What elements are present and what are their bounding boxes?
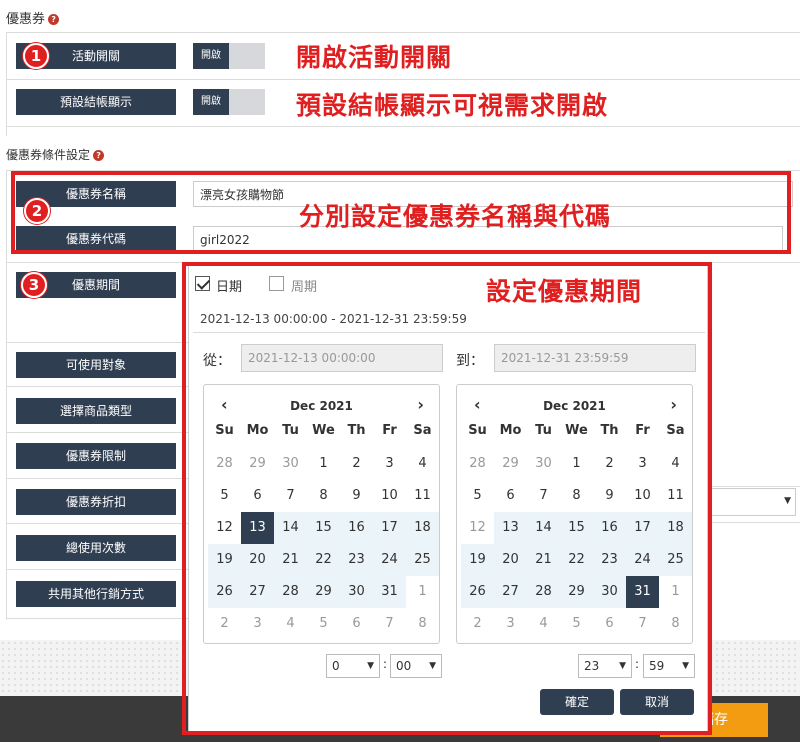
coupon-section-title-text: 優惠券 [6, 12, 46, 27]
coupon-limit-label: 優惠券限制 [16, 443, 176, 469]
divider [710, 486, 800, 487]
divider [6, 32, 7, 136]
divider [6, 618, 191, 619]
checkout-display-toggle[interactable]: 開啟 [193, 89, 265, 115]
annotation-badge-2: 2 [24, 198, 50, 224]
help-icon[interactable]: ? [48, 14, 60, 25]
eligible-users-label: 可使用對象 [16, 352, 176, 378]
coupon-conditions-title-text: 優惠券條件設定 [6, 148, 91, 162]
annotation-note-2: 預設結帳顯示可視需求開啟 [296, 91, 609, 120]
divider [6, 32, 800, 33]
activity-switch-toggle[interactable]: 開啟 [193, 43, 265, 69]
discount-dropdown[interactable]: ▼ [710, 488, 796, 516]
combine-marketing-label: 共用其他行銷方式 [16, 581, 176, 607]
divider [6, 79, 800, 80]
annotation-note-4: 設定優惠期間 [486, 277, 643, 306]
total-usage-label: 總使用次數 [16, 535, 176, 561]
divider [6, 170, 7, 620]
divider [6, 126, 800, 127]
coupon-section-title: 優惠券? [6, 8, 60, 27]
divider [6, 569, 191, 570]
divider [6, 432, 191, 433]
coupon-discount-label: 優惠券折扣 [16, 489, 176, 515]
divider [6, 342, 191, 343]
chevron-down-icon: ▼ [784, 496, 791, 506]
product-type-label: 選擇商品類型 [16, 398, 176, 424]
annotation-badge-1: 1 [23, 43, 49, 69]
annotation-box-3 [182, 262, 712, 735]
toggle-on-label: 開啟 [193, 43, 229, 69]
annotation-note-1: 開啟活動開關 [296, 43, 453, 72]
divider [6, 478, 191, 479]
annotation-note-3: 分別設定優惠券名稱與代碼 [299, 202, 612, 231]
divider [710, 522, 800, 523]
divider [6, 523, 191, 524]
coupon-conditions-title: 優惠券條件設定? [6, 146, 105, 163]
annotation-badge-3: 3 [21, 272, 47, 298]
help-icon[interactable]: ? [93, 150, 105, 161]
divider [6, 386, 191, 387]
checkout-display-label: 預設結帳顯示 [16, 89, 176, 115]
toggle-on-label: 開啟 [193, 89, 229, 115]
